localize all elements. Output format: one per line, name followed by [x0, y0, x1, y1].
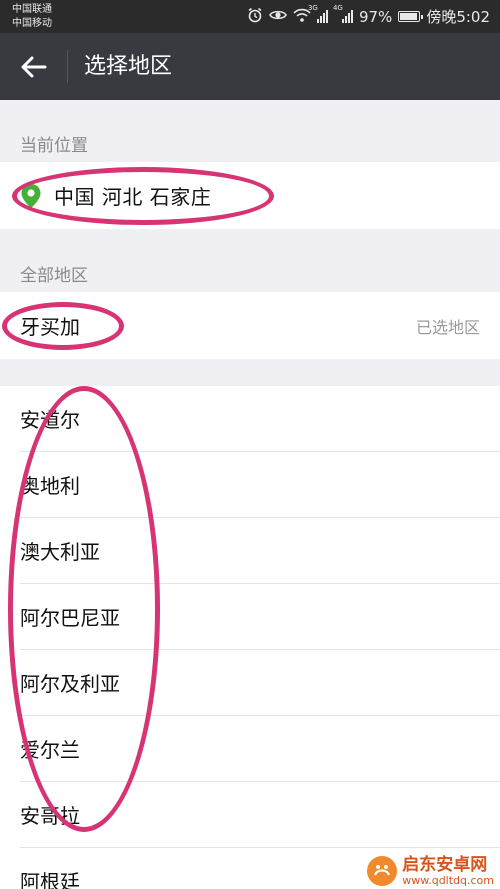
carrier-info: 中国联通 中国移动: [12, 3, 52, 31]
alarm-icon: [247, 7, 263, 27]
list-item[interactable]: 阿尔及利亚: [20, 650, 500, 716]
current-location-text: 中国 河北 石家庄: [54, 185, 212, 209]
battery-percent: 97%: [358, 7, 393, 26]
battery-icon: [398, 11, 424, 22]
eye-icon: [269, 8, 287, 26]
watermark-url: www.qdltdq.com: [402, 873, 494, 887]
current-location-row[interactable]: 中国 河北 石家庄: [0, 162, 500, 229]
clock: 傍晚5:02: [426, 8, 490, 26]
selected-region-row[interactable]: 牙买加 已选地区: [0, 292, 500, 359]
selected-region-name: 牙买加: [20, 315, 80, 339]
location-pin-icon: [21, 183, 41, 208]
status-icons: 3G 4G 97% 傍晚5:02: [247, 0, 490, 33]
network-type-1: 3G: [307, 4, 318, 12]
list-item[interactable]: 安道尔: [20, 386, 500, 452]
signal-icon: 3G: [308, 4, 328, 23]
list-item[interactable]: 爱尔兰: [20, 716, 500, 782]
nav-bar: 选择地区: [0, 33, 500, 100]
list-item[interactable]: 澳大利亚: [20, 518, 500, 584]
current-location-header: 当前位置: [20, 136, 88, 156]
carrier-2: 中国移动: [12, 18, 52, 29]
back-button[interactable]: [12, 45, 56, 89]
page-title: 选择地区: [84, 54, 173, 79]
arrow-left-icon: [21, 56, 47, 78]
nav-divider: [67, 50, 68, 83]
watermark: 启东安卓网 www.qdltdq.com: [366, 855, 494, 887]
list-item[interactable]: 阿尔巴尼亚: [20, 584, 500, 650]
signal-icon: 4G: [333, 4, 353, 23]
all-regions-header: 全部地区: [20, 266, 88, 286]
list-item[interactable]: 奥地利: [20, 452, 500, 518]
watermark-logo-icon: [367, 856, 398, 886]
selected-region-tag: 已选地区: [415, 317, 480, 337]
region-list[interactable]: 安道尔 奥地利 澳大利亚 阿尔巴尼亚 阿尔及利亚 爱尔兰 安哥拉 阿根廷: [0, 386, 500, 889]
status-bar: 中国联通 中国移动 3G 4G 97% 傍晚5:02: [0, 0, 500, 33]
network-type-2: 4G: [332, 4, 343, 12]
carrier-1: 中国联通: [12, 4, 52, 15]
watermark-title: 启东安卓网: [402, 854, 488, 875]
list-item[interactable]: 安哥拉: [20, 782, 500, 848]
